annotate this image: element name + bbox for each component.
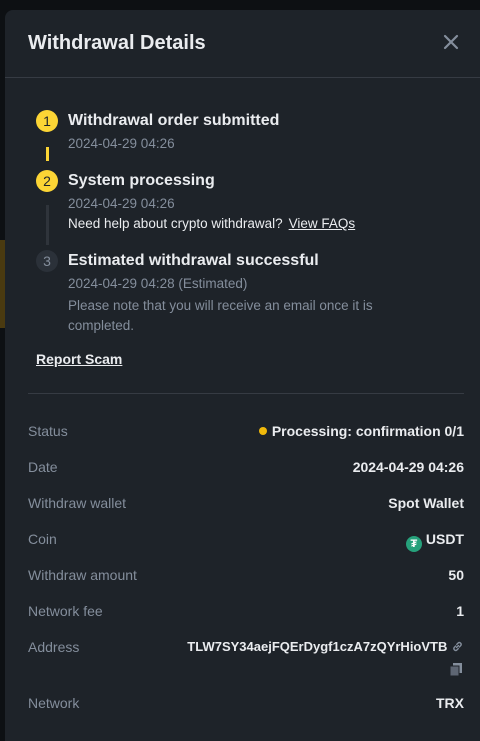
coin-text: USDT — [425, 531, 464, 547]
tether-icon: ₮ — [405, 536, 422, 552]
detail-label: Status — [28, 423, 68, 439]
detail-row-amount: Withdraw amount 50 — [28, 563, 464, 587]
detail-row-address: Address TLW7SY34aejFQErDygf1czA7zQYrHioV… — [28, 635, 464, 679]
step-title: Withdrawal order submitted — [68, 112, 280, 129]
detail-label: Address — [28, 639, 80, 655]
date-value: 2024-04-29 04:26 — [352, 459, 464, 475]
close-icon[interactable] — [440, 31, 462, 53]
detail-label: Withdraw wallet — [28, 495, 127, 511]
step-help-note: Need help about crypto withdrawal? View F… — [68, 216, 355, 231]
step-processing: 2 System processing 2024-04-29 04:26 Nee… — [36, 170, 456, 240]
step-title: Estimated withdrawal successful — [68, 252, 319, 269]
network-value: TRX — [436, 695, 464, 711]
report-scam-link[interactable]: Report Scam — [36, 351, 122, 367]
detail-label: Network fee — [28, 603, 103, 619]
section-divider — [28, 393, 464, 394]
address-value: TLW7SY34aejFQErDygf1czA7zQYrHioVTB — [187, 639, 464, 654]
step-number-badge: 1 — [36, 110, 58, 132]
step-connector — [46, 205, 49, 245]
detail-label: Date — [28, 459, 58, 475]
step-number-badge: 3 — [36, 250, 58, 272]
detail-label: Network — [28, 695, 80, 711]
dialog-title: Withdrawal Details — [28, 32, 206, 54]
step-time: 2024-04-29 04:26 — [68, 136, 175, 151]
help-text: Need help about crypto withdrawal? — [68, 216, 283, 231]
dialog-header: Withdrawal Details — [5, 10, 480, 78]
fee-value: 1 — [456, 603, 464, 619]
detail-row-network: Network TRX — [28, 691, 464, 715]
status-text: Processing: confirmation 0/1 — [271, 423, 464, 439]
link-icon[interactable] — [451, 640, 464, 653]
detail-row-wallet: Withdraw wallet Spot Wallet — [28, 491, 464, 515]
coin-value: ₮ USDT — [405, 531, 464, 552]
withdrawal-details-dialog: Withdrawal Details 1 Withdrawal order su… — [5, 10, 480, 741]
view-faqs-link[interactable]: View FAQs — [289, 216, 356, 231]
address-text: TLW7SY34aejFQErDygf1czA7zQYrHioVTB — [187, 639, 448, 654]
step-description: Please note that you will receive an ema… — [68, 298, 373, 333]
wallet-value: Spot Wallet — [388, 495, 464, 511]
step-title: System processing — [68, 172, 215, 189]
detail-label: Coin — [28, 531, 57, 547]
detail-row-date: Date 2024-04-29 04:26 — [28, 455, 464, 479]
step-number-badge: 2 — [36, 170, 58, 192]
amount-value: 50 — [448, 567, 464, 583]
copy-icon[interactable] — [450, 663, 462, 676]
status-dot-icon — [258, 427, 267, 435]
step-time: 2024-04-29 04:28 (Estimated) — [68, 276, 248, 291]
detail-row-status: Status Processing: confirmation 0/1 — [28, 419, 464, 443]
detail-row-fee: Network fee 1 — [28, 599, 464, 623]
status-value: Processing: confirmation 0/1 — [258, 423, 464, 439]
step-estimated-success: 3 Estimated withdrawal successful 2024-0… — [36, 250, 456, 340]
step-connector — [46, 147, 49, 161]
step-submitted: 1 Withdrawal order submitted 2024-04-29 … — [36, 110, 456, 160]
detail-label: Withdraw amount — [28, 567, 137, 583]
step-time: 2024-04-29 04:26 — [68, 196, 175, 211]
detail-row-coin: Coin ₮ USDT — [28, 527, 464, 552]
